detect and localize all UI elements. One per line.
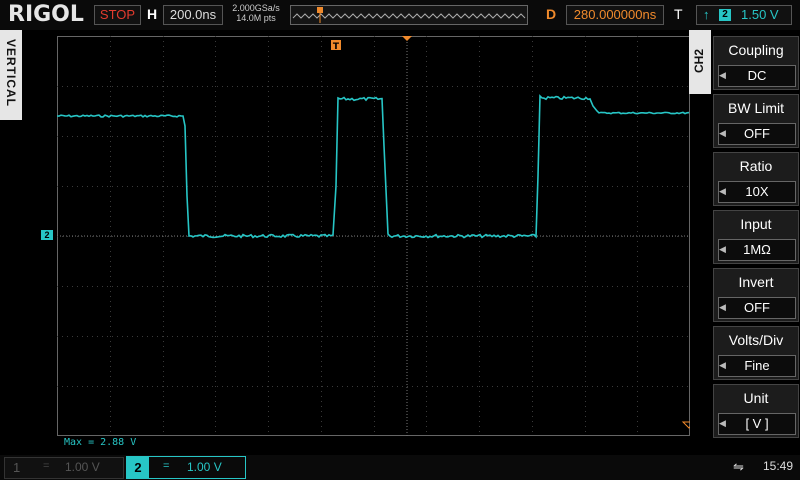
measurement-readout: Max = 2.88 V	[64, 437, 137, 448]
ch1-coupling-icon: =	[43, 460, 50, 472]
memory-overview	[290, 5, 528, 25]
arrow-left-icon: ◀	[719, 70, 726, 80]
ch2-tab-label: CH2	[692, 49, 706, 74]
rising-edge-icon: ↑	[703, 7, 710, 22]
menu-item-title: Input	[740, 216, 772, 232]
delay-label: D	[546, 6, 557, 22]
vertical-tab[interactable]: VERTICAL	[0, 30, 22, 120]
trigger-level: 1.50 V	[741, 7, 779, 22]
trigger-settings[interactable]: ↑ 2 1.50 V	[696, 5, 792, 25]
ch2-ground-marker[interactable]: 2	[41, 230, 53, 240]
arrow-left-icon: ◀	[719, 186, 726, 196]
ch1-number: 1	[13, 460, 21, 475]
memory-depth: 14.0M pts	[236, 13, 276, 23]
menu-item-value: [ V ]	[718, 413, 796, 435]
menu-item-value: 10X	[718, 181, 796, 203]
vertical-tab-label: VERTICAL	[4, 39, 18, 107]
clock: 15:49	[763, 459, 794, 473]
trigger-source: 2	[719, 9, 731, 21]
menu-item-title: Volts/Div	[728, 332, 784, 348]
ch2-scale: 1.00 V	[187, 460, 222, 474]
menu-item-value: Fine	[718, 355, 796, 377]
ch2-number: 2	[127, 457, 149, 478]
ch2-menu-tab[interactable]: CH2	[689, 30, 711, 94]
menu-item-title: Invert	[738, 274, 774, 290]
menu-item-bw-limit[interactable]: BW Limit OFF ◀	[713, 94, 799, 148]
menu-item-title: Unit	[743, 390, 769, 406]
menu-item-value: OFF	[718, 297, 796, 319]
menu-item-input[interactable]: Input 1MΩ ◀	[713, 210, 799, 264]
usb-icon: ⇋	[733, 459, 744, 474]
menu-item-coupling[interactable]: Coupling DC ◀	[713, 36, 799, 90]
status-bar: RIGOL STOP H 200.0ns 2.000GSa/s 14.0M pt…	[0, 0, 800, 30]
menu-item-title: Coupling	[728, 42, 784, 58]
menu-item-value: DC	[718, 65, 796, 87]
menu-item-title: Ratio	[739, 158, 773, 174]
arrow-left-icon: ◀	[719, 244, 726, 254]
run-stop-status[interactable]: STOP	[94, 5, 141, 25]
ch2-coupling-icon: =	[163, 460, 170, 472]
menu-item-volts-div[interactable]: Volts/Div Fine ◀	[713, 326, 799, 380]
acquisition-info: 2.000GSa/s 14.0M pts	[228, 3, 284, 23]
memory-waveform-icon	[292, 7, 526, 23]
channel-bar: 1 = 1.00 V 2 = 1.00 V ⇋ 15:49	[0, 455, 800, 480]
timebase-value[interactable]: 200.0ns	[163, 5, 223, 25]
sample-rate: 2.000GSa/s	[232, 3, 280, 13]
trigger-label: T	[674, 6, 683, 22]
waveform-display: T	[57, 36, 690, 436]
ch1-status[interactable]: 1 = 1.00 V	[4, 457, 124, 479]
ch2-status[interactable]: 2 = 1.00 V	[126, 456, 246, 479]
trigger-position-marker	[317, 7, 323, 13]
delay-value[interactable]: 280.000000ns	[566, 5, 664, 25]
arrow-left-icon: ◀	[719, 418, 726, 428]
brand-logo: RIGOL	[8, 2, 84, 27]
menu-item-ratio[interactable]: Ratio 10X ◀	[713, 152, 799, 206]
horizontal-label: H	[147, 6, 158, 22]
arrow-left-icon: ◀	[719, 128, 726, 138]
arrow-left-icon: ◀	[719, 360, 726, 370]
menu-item-invert[interactable]: Invert OFF ◀	[713, 268, 799, 322]
menu-item-value: OFF	[718, 123, 796, 145]
svg-text:T: T	[333, 42, 340, 52]
menu-item-unit[interactable]: Unit [ V ] ◀	[713, 384, 799, 438]
menu-item-title: BW Limit	[728, 100, 784, 116]
menu-item-value: 1MΩ	[718, 239, 796, 261]
arrow-left-icon: ◀	[719, 302, 726, 312]
ch1-scale: 1.00 V	[65, 460, 100, 474]
